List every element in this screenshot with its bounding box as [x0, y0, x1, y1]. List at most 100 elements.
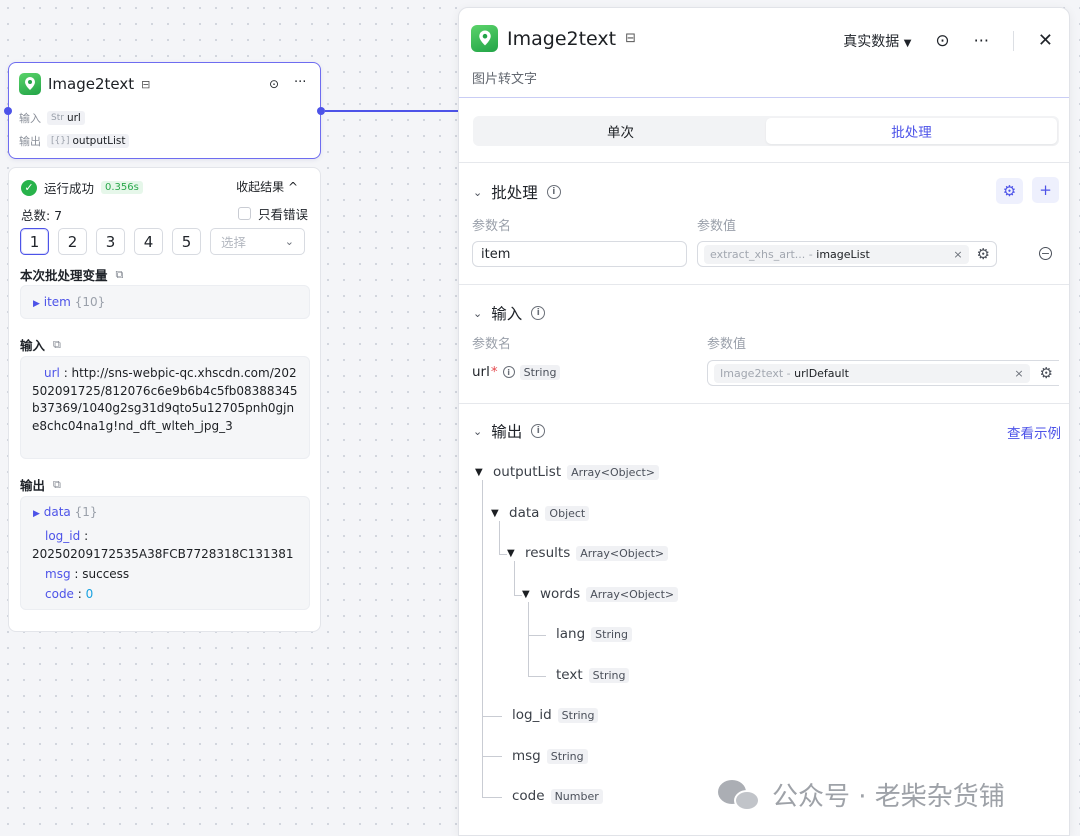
collapse-triangle-icon[interactable]: ▼: [491, 508, 503, 519]
batch-param-name-input[interactable]: item: [472, 241, 687, 267]
output-data-count: {1}: [74, 505, 98, 519]
tree-line: [482, 716, 502, 717]
close-icon[interactable]: ✕: [1038, 30, 1053, 51]
output-port[interactable]: [317, 107, 325, 115]
page-select[interactable]: 选择 ⌄: [210, 228, 305, 255]
node-output-label: 输出: [19, 135, 41, 148]
info-icon[interactable]: i: [531, 424, 546, 438]
input-port[interactable]: [4, 107, 12, 115]
add-batch-param-button[interactable]: +: [1032, 177, 1059, 203]
info-icon[interactable]: i: [546, 185, 561, 199]
run-icon[interactable]: ⊙: [269, 77, 279, 91]
tree-node-type: Array<Object>: [567, 464, 660, 480]
output-section-header[interactable]: ⌄ 输出 i: [473, 420, 546, 442]
output-box: ▶ data {1} log_id : 20250209172535A38FCB…: [20, 496, 310, 610]
input-box: url : http://sns-webpic-qc.xhscdn.com/20…: [20, 356, 310, 459]
batch-col-value: 参数值: [697, 219, 737, 234]
batch-ref-source: extract_xhs_art...: [710, 247, 806, 261]
location-pin-icon: [471, 25, 498, 52]
collapse-triangle-icon[interactable]: ▼: [522, 589, 534, 600]
batch-item-count: {10}: [74, 295, 106, 309]
tree-line: [499, 521, 500, 554]
collapse-triangle-icon[interactable]: ▼: [507, 548, 519, 559]
chevron-down-icon[interactable]: ⌄: [473, 425, 482, 438]
save-icon: ⊟: [141, 77, 151, 91]
batch-item-row[interactable]: ▶ item {10}: [33, 294, 105, 314]
tree-node-outputlist[interactable]: ▼ outputList Array<Object>: [475, 464, 660, 480]
batch-pager: 1 2 3 4 5 选择 ⌄: [20, 228, 305, 255]
required-mark: *: [490, 364, 498, 380]
tree-node-type: String: [591, 626, 632, 642]
input-col-name: 参数名: [472, 337, 512, 352]
copy-icon[interactable]: ⧉: [53, 478, 61, 492]
batch-var-title-text: 本次批处理变量: [20, 268, 108, 283]
node-input-value: url: [66, 112, 81, 124]
tree-node-data[interactable]: ▼ data Object: [491, 505, 590, 521]
errors-only-toggle[interactable]: 只看错误: [237, 204, 308, 223]
batch-section-title: 批处理: [491, 184, 538, 202]
more-icon[interactable]: ···: [974, 31, 989, 50]
gear-icon[interactable]: ⚙: [977, 245, 990, 263]
code-key: code: [45, 587, 74, 601]
output-data-row[interactable]: ▶ data {1}: [33, 504, 98, 524]
input-ref-chip: Image2text - urlDefault ×: [714, 363, 1030, 383]
chevron-down-icon[interactable]: ⌄: [473, 307, 482, 320]
tree-node-results[interactable]: ▼ results Array<Object>: [507, 545, 669, 561]
caret-down-icon: ▼: [903, 37, 912, 49]
page-button-2[interactable]: 2: [58, 228, 87, 255]
gear-icon[interactable]: ⚙: [1040, 364, 1053, 382]
clear-icon[interactable]: ×: [953, 248, 962, 261]
data-mode-dropdown[interactable]: 真实数据 ▼: [843, 31, 911, 51]
node-card-image2text[interactable]: Image2text ⊟ ⊙ ··· 输入 Str url 输出 [{}] ou…: [4, 62, 325, 159]
page-button-4[interactable]: 4: [134, 228, 163, 255]
tree-line: [528, 635, 546, 636]
node-input-chip: Str url: [47, 111, 85, 125]
node-config-panel: Image2text ⊟ 真实数据 ▼ ⊙ ··· ✕ 图片转文字 单次 批处理…: [458, 7, 1070, 836]
collapse-triangle-icon[interactable]: ▼: [475, 467, 487, 478]
batch-var-box: ▶ item {10}: [20, 285, 310, 319]
tree-node-name: log_id: [512, 707, 552, 723]
chevron-down-icon[interactable]: ⌄: [473, 186, 482, 199]
view-example-link[interactable]: 查看示例: [1007, 422, 1061, 442]
expand-triangle-icon[interactable]: ▶: [33, 299, 40, 309]
code-value: 0: [85, 587, 94, 601]
input-ref-field: urlDefault: [794, 366, 849, 380]
tab-single[interactable]: 单次: [475, 118, 766, 144]
input-param-value-ref[interactable]: Image2text - urlDefault × ⚙: [707, 360, 1059, 386]
remove-param-icon[interactable]: −: [1039, 247, 1052, 260]
collapse-result-button[interactable]: 收起结果 ^: [236, 178, 298, 195]
page-button-3[interactable]: 3: [96, 228, 125, 255]
wechat-icon: [718, 778, 762, 812]
node-output-chip: [{}] outputList: [47, 134, 130, 148]
tab-batch[interactable]: 批处理: [766, 118, 1057, 144]
more-icon[interactable]: ···: [294, 75, 306, 90]
tree-node-name: data: [509, 505, 540, 521]
plus-icon: +: [1039, 181, 1052, 199]
input-section-header[interactable]: ⌄ 输入 i: [473, 302, 546, 324]
info-icon[interactable]: i: [531, 306, 546, 320]
batch-col-name: 参数名: [472, 219, 512, 234]
batch-section-header[interactable]: ⌄ 批处理 i: [473, 181, 561, 203]
node-output-value: outputList: [72, 135, 126, 147]
batch-item-key: item: [43, 295, 71, 309]
expand-triangle-icon[interactable]: ▶: [33, 509, 40, 519]
input-title: 输入 ⧉: [20, 335, 61, 354]
tree-node-words[interactable]: ▼ words Array<Object>: [522, 586, 679, 602]
info-icon[interactable]: i: [502, 366, 515, 378]
copy-icon[interactable]: ⧉: [116, 268, 124, 282]
batch-param-value-ref[interactable]: extract_xhs_art... - imageList × ⚙: [697, 241, 997, 267]
tree-node-msg: msg String: [512, 748, 588, 764]
status-text: 运行成功: [44, 181, 95, 196]
edge-connector: [325, 110, 460, 112]
clear-icon[interactable]: ×: [1014, 367, 1023, 380]
copy-icon[interactable]: ⧉: [53, 338, 61, 352]
tree-node-name: outputList: [493, 464, 562, 480]
run-icon[interactable]: ⊙: [935, 31, 949, 51]
batch-settings-button[interactable]: ⚙: [996, 178, 1023, 204]
errors-only-checkbox[interactable]: [237, 207, 251, 220]
page-button-1[interactable]: 1: [20, 228, 49, 255]
output-data-key: data: [43, 505, 71, 519]
node-input-label: 输入: [19, 112, 41, 125]
page-button-5[interactable]: 5: [172, 228, 201, 255]
tree-line: [514, 595, 522, 596]
